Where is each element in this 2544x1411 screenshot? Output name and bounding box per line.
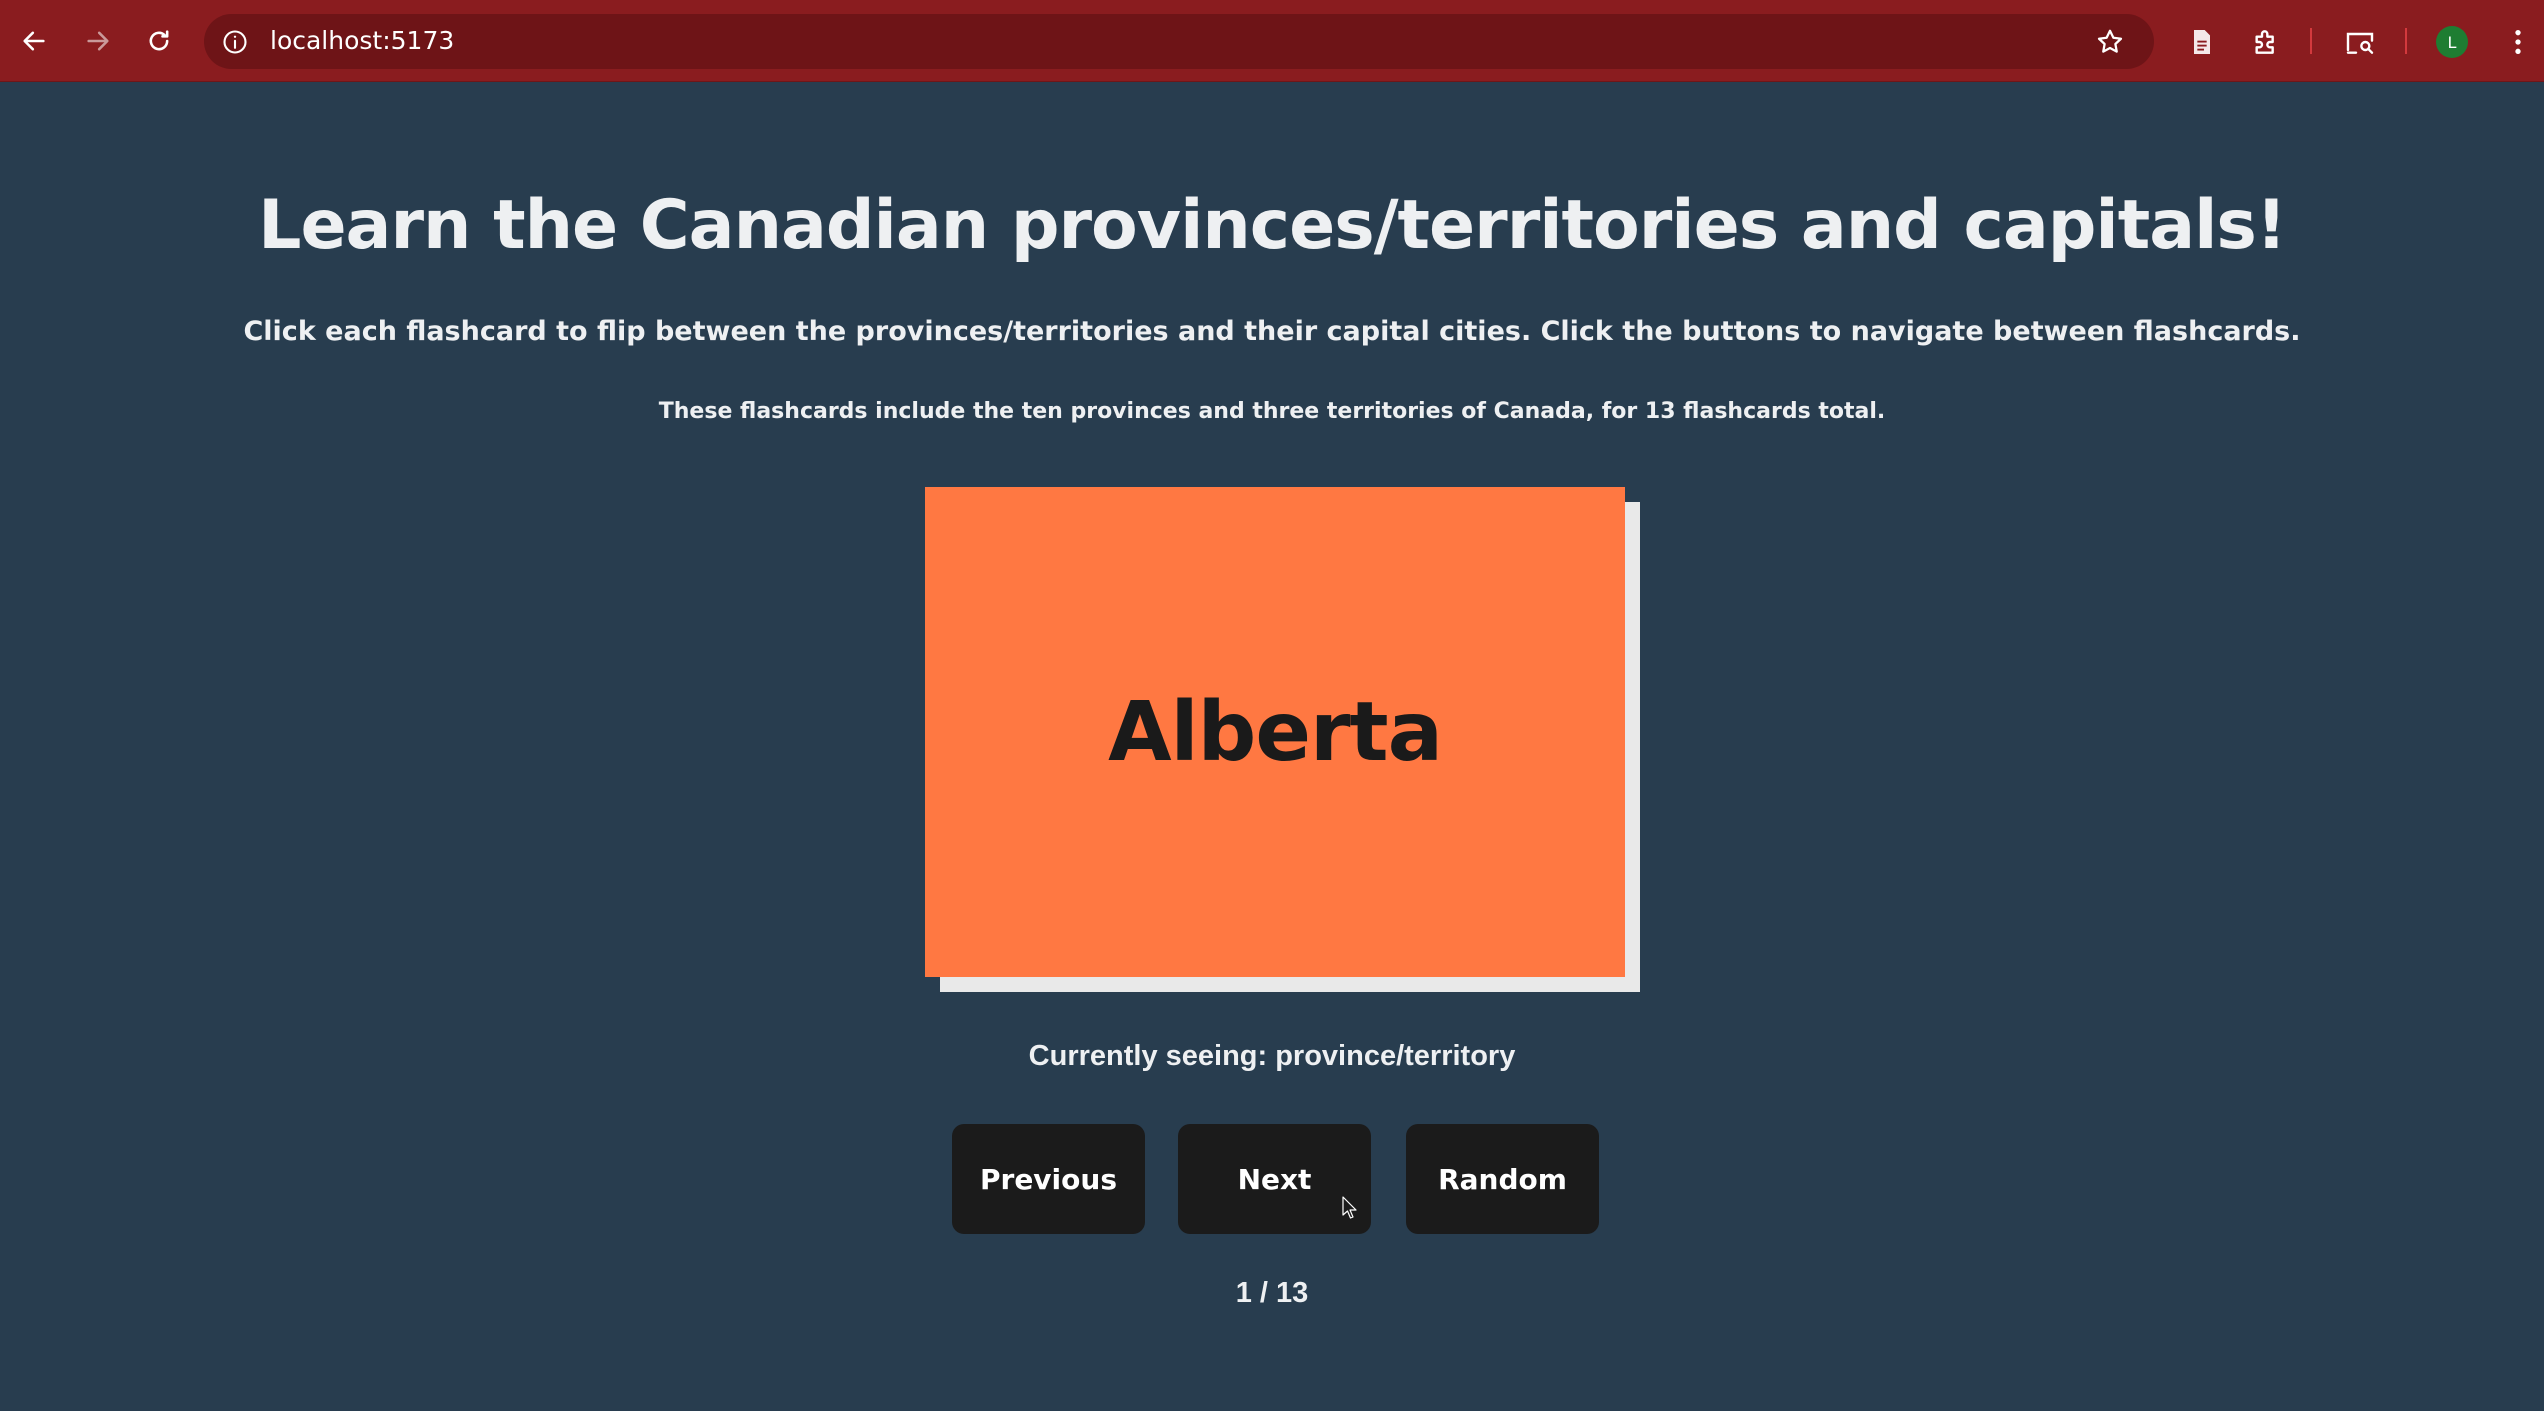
document-icon[interactable]: [2184, 24, 2220, 60]
page-content: Learn the Canadian provinces/territories…: [0, 82, 2544, 1411]
reload-icon: [149, 30, 169, 51]
kebab-menu-icon[interactable]: [2500, 24, 2536, 60]
avatar[interactable]: L: [2436, 26, 2468, 58]
instructions-text: Click each flashcard to flip between the…: [243, 316, 2301, 347]
toolbar-divider: [2310, 28, 2312, 54]
cast-search-icon[interactable]: [2342, 24, 2378, 60]
arrow-left-icon: [23, 31, 45, 51]
mouse-cursor-icon: [1342, 1196, 1357, 1219]
puzzle-icon[interactable]: [2248, 24, 2284, 60]
current-side-status: Currently seeing: province/territory: [1028, 1040, 1516, 1072]
forward-button[interactable]: [78, 21, 118, 61]
info-icon[interactable]: [220, 27, 250, 57]
arrow-right-icon: [87, 31, 109, 51]
browser-toolbar: localhost:5173 L: [0, 0, 2544, 82]
random-button[interactable]: Random: [1406, 1124, 1599, 1234]
flashcard[interactable]: Alberta: [925, 487, 1625, 977]
address-bar[interactable]: localhost:5173: [204, 14, 2154, 69]
back-button[interactable]: [14, 21, 54, 61]
toolbar-divider: [2405, 28, 2407, 54]
url-text[interactable]: localhost:5173: [270, 26, 454, 56]
flashcard-text: Alberta: [1108, 684, 1443, 780]
card-counter: 1 / 13: [1235, 1277, 1309, 1309]
description-text: These flashcards include the ten provinc…: [658, 399, 1886, 424]
previous-button[interactable]: Previous: [952, 1124, 1145, 1234]
reload-button[interactable]: [139, 21, 179, 61]
page-title: Learn the Canadian provinces/territories…: [258, 186, 2287, 265]
star-icon[interactable]: [2094, 26, 2126, 58]
